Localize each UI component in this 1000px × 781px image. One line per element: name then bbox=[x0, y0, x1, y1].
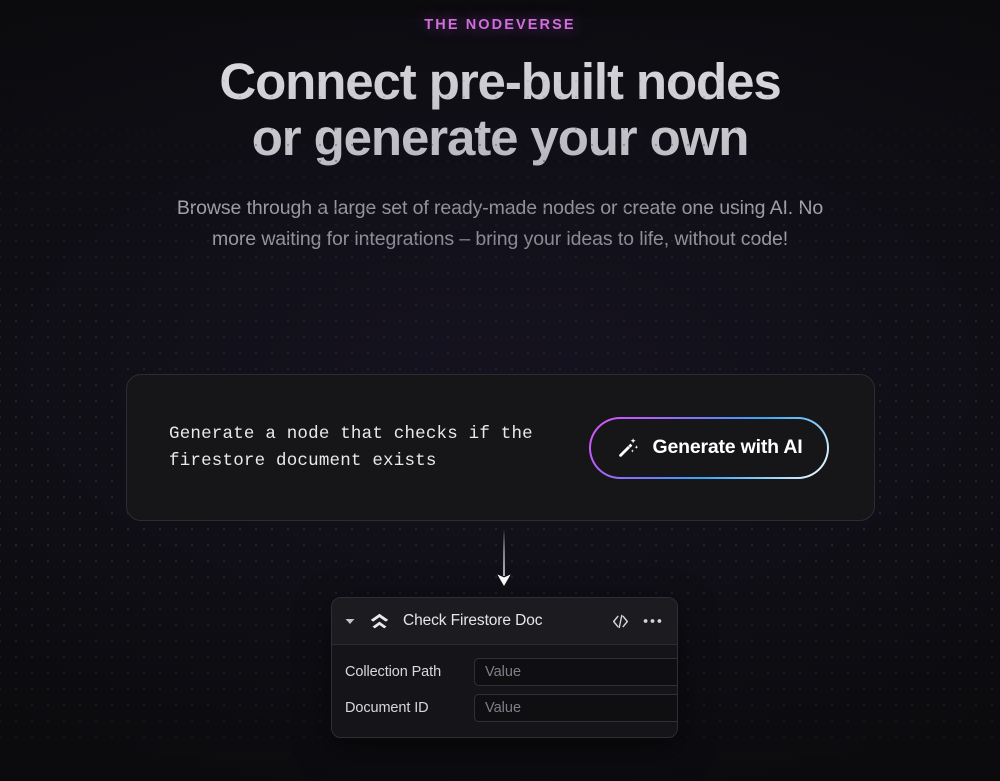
code-brackets-icon bbox=[612, 614, 628, 628]
generate-with-ai-button-border: Generate with AI bbox=[589, 416, 829, 479]
prompt-card: Generate a node that checks if the fires… bbox=[126, 374, 875, 521]
section-eyebrow: THE NODEVERSE bbox=[424, 17, 576, 33]
node-card[interactable]: Check Firestore Doc Collection Path Valu… bbox=[331, 597, 678, 738]
hero-section: THE NODEVERSE Connect pre-built nodes or… bbox=[0, 17, 1000, 254]
hero-description: Browse through a large set of ready-made… bbox=[176, 197, 824, 250]
generate-with-ai-button[interactable]: Generate with AI bbox=[591, 418, 827, 477]
more-options-icon bbox=[643, 619, 661, 623]
headline-line-1: Connect pre-built nodes bbox=[219, 53, 781, 110]
prompt-text: Generate a node that checks if the fires… bbox=[169, 423, 533, 471]
node-code-button[interactable] bbox=[609, 610, 631, 632]
generate-with-ai-label: Generate with AI bbox=[652, 436, 803, 458]
arrow-down-icon bbox=[497, 529, 511, 586]
headline-line-2: or generate your own bbox=[251, 109, 750, 166]
caret-down-icon[interactable] bbox=[343, 614, 357, 628]
field-label-document-id: Document ID bbox=[345, 700, 429, 716]
collection-path-input[interactable] bbox=[474, 658, 677, 686]
firestore-icon bbox=[370, 613, 389, 628]
magic-wand-icon bbox=[618, 437, 638, 457]
field-row-document-id: Document ID (x) bbox=[345, 694, 677, 722]
page-title: Connect pre-built nodes or generate your… bbox=[0, 54, 1000, 166]
page-root: THE NODEVERSE Connect pre-built nodes or… bbox=[0, 17, 1000, 781]
field-label-collection-path: Collection Path bbox=[345, 664, 442, 680]
field-row-collection-path: Collection Path (x) bbox=[345, 658, 677, 686]
node-more-options-button[interactable] bbox=[641, 610, 663, 632]
document-id-input[interactable] bbox=[474, 694, 677, 722]
node-card-header: Check Firestore Doc bbox=[332, 598, 677, 645]
node-title: Check Firestore Doc bbox=[403, 612, 543, 629]
node-card-body: Collection Path (x) Document ID (x) bbox=[332, 645, 677, 737]
